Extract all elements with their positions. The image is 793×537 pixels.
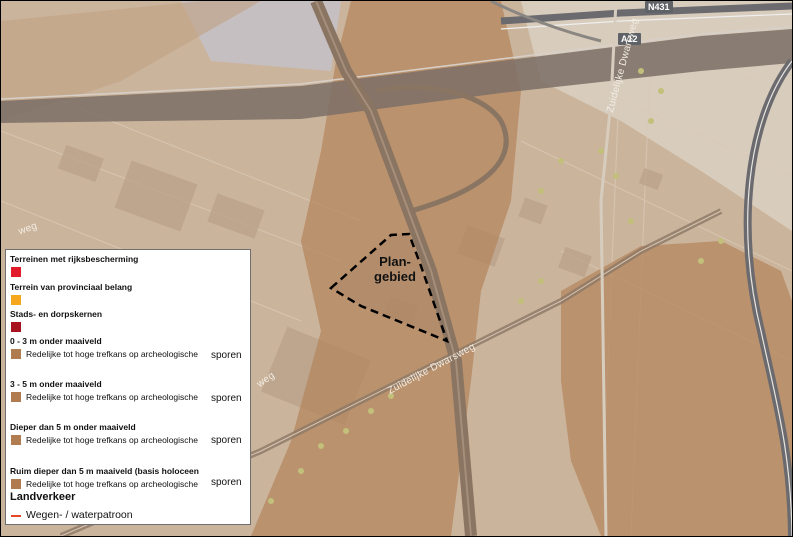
legend-title-depth-3-5: 3 - 5 m onder maaiveld bbox=[10, 379, 102, 389]
road-shield-n431: N431 bbox=[645, 1, 673, 13]
legend-swatch-road-line bbox=[11, 515, 21, 517]
legend-title-depth-0-3: 0 - 3 m onder maaiveld bbox=[10, 336, 102, 346]
legend-item-road-pattern: Wegen- / waterpatroon bbox=[26, 509, 133, 521]
map-legend: Terreinen met rijksbescherming Terrein v… bbox=[5, 249, 251, 525]
legend-item-sporen-2: sporen bbox=[211, 393, 242, 404]
legend-item-trefkans-2: Redelijke tot hoge trefkans op archeolog… bbox=[26, 392, 198, 402]
legend-swatch-red bbox=[11, 267, 21, 277]
legend-swatch-brown-4 bbox=[11, 479, 21, 489]
legend-title-stads: Stads- en dorpskernen bbox=[10, 309, 103, 319]
archaeology-zone-se bbox=[561, 241, 792, 536]
plan-area-label-text: Plan- gebied bbox=[374, 254, 416, 284]
legend-title-depth-5: Dieper dan 5 m onder maaiveld bbox=[10, 422, 136, 432]
legend-item-trefkans-1: Redelijke tot hoge trefkans op archeolog… bbox=[26, 349, 198, 359]
legend-item-trefkans-3: Redelijke tot hoge trefkans op archeolog… bbox=[26, 435, 198, 445]
plan-area-label: Plan- gebied bbox=[365, 254, 425, 284]
legend-swatch-orange bbox=[11, 295, 21, 305]
legend-title-provinciaal: Terrein van provinciaal belang bbox=[10, 282, 133, 292]
legend-title-rijksbescherming: Terreinen met rijksbescherming bbox=[10, 254, 139, 264]
legend-item-sporen-4: sporen bbox=[211, 477, 242, 488]
map-frame: A12 N431 Zuidelijke Dwarsweg Zuidelijke … bbox=[0, 0, 793, 537]
legend-swatch-brown-1 bbox=[11, 349, 21, 359]
legend-swatch-brown-2 bbox=[11, 392, 21, 402]
legend-title-depth-ruim: Ruim dieper dan 5 m maaiveld (basis holo… bbox=[10, 466, 199, 476]
legend-item-sporen-1: sporen bbox=[211, 350, 242, 361]
legend-item-sporen-3: sporen bbox=[211, 435, 242, 446]
legend-section-landverkeer: Landverkeer bbox=[10, 491, 76, 503]
legend-item-trefkans-4: Redelijke tot hoge trefkans op archeolog… bbox=[26, 479, 198, 489]
legend-swatch-brown-3 bbox=[11, 435, 21, 445]
legend-swatch-darkred bbox=[11, 322, 21, 332]
